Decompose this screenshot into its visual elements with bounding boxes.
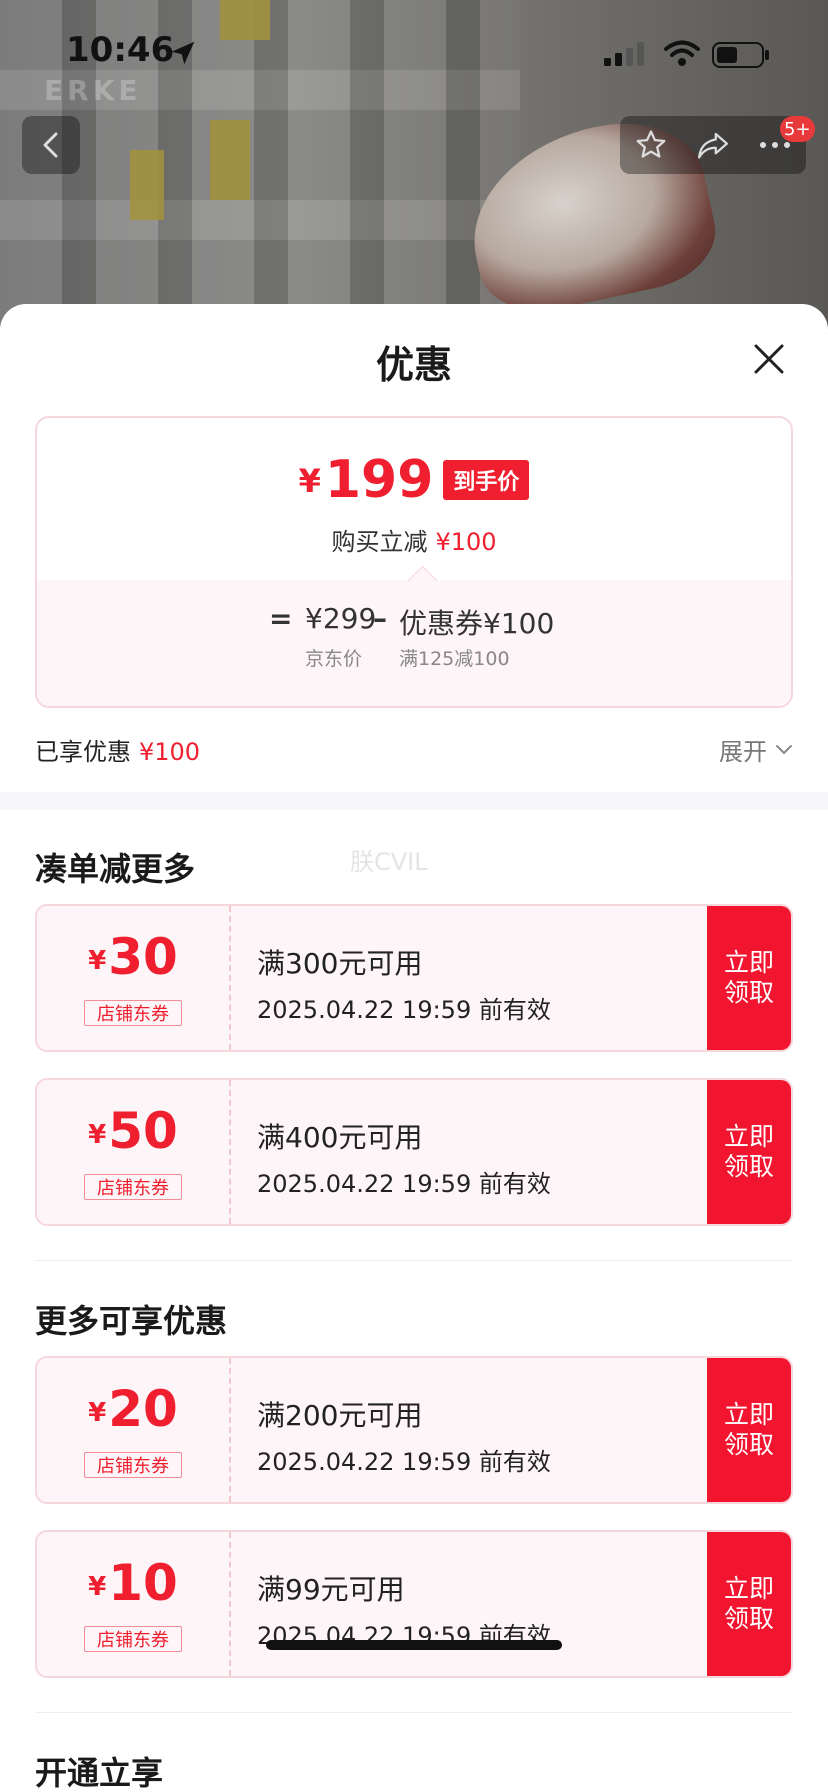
claim-coupon-button[interactable]: 立即领取	[707, 1358, 791, 1502]
star-icon[interactable]	[634, 128, 668, 162]
coupon-card: ¥10 店铺东券 满99元可用 2025.04.22 19:59 前有效 立即领…	[35, 1530, 793, 1678]
coupon-card: ¥20 店铺东券 满200元可用 2025.04.22 19:59 前有效 立即…	[35, 1356, 793, 1504]
coupon-value-area: ¥20 店铺东券	[37, 1358, 231, 1502]
claim-coupon-button[interactable]: 立即领取	[707, 1080, 791, 1224]
coupon-card: ¥30 店铺东券 满300元可用 2025.04.22 19:59 前有效 立即…	[35, 904, 793, 1052]
price-subtitle-label: 购买立减	[331, 528, 428, 556]
coupon-type-badge: 店铺东券	[84, 1174, 182, 1200]
signal-icon	[604, 42, 644, 66]
breakdown-coupon-rule: 满125减100	[399, 648, 510, 670]
status-time: 10:46	[66, 30, 175, 70]
watermark: 朕CVIL	[350, 848, 428, 876]
hero-window	[130, 150, 164, 220]
wifi-icon	[664, 40, 700, 66]
back-chevron-icon	[43, 132, 58, 158]
hero-window	[210, 120, 250, 200]
location-arrow-icon	[171, 41, 195, 65]
close-icon[interactable]	[750, 340, 788, 378]
claim-coupon-button[interactable]: 立即领取	[707, 906, 791, 1050]
section-title-membership: 开通立享	[35, 1754, 164, 1792]
price-currency: ¥	[298, 462, 321, 500]
claim-coupon-button[interactable]: 立即领取	[707, 1532, 791, 1676]
section-separator	[35, 1712, 793, 1713]
section-divider	[0, 792, 828, 810]
coupon-condition: 满99元可用	[257, 1573, 405, 1606]
sheet-title: 优惠	[375, 343, 452, 387]
chevron-down-icon	[776, 744, 792, 754]
price-amount: 199	[324, 450, 434, 510]
coupon-amount: ¥30	[37, 932, 229, 982]
coupon-value: 10	[108, 1554, 178, 1612]
price-tag: 到手价	[443, 460, 530, 500]
coupon-value: 20	[108, 1380, 178, 1438]
breakdown-jd-price-label: 京东价	[305, 648, 363, 670]
coupon-type-badge: 店铺东券	[84, 1000, 182, 1026]
share-icon[interactable]	[695, 128, 731, 162]
coupon-type-badge: 店铺东券	[84, 1452, 182, 1478]
coupon-amount: ¥50	[37, 1106, 229, 1156]
coupon-condition: 满400元可用	[257, 1121, 423, 1154]
coupon-validity: 2025.04.22 19:59 前有效	[257, 1170, 551, 1198]
nav-action-group	[620, 116, 806, 174]
breakdown-minus: –	[373, 602, 387, 635]
coupon-value-area: ¥50 店铺东券	[37, 1080, 231, 1224]
coupon-validity: 2025.04.22 19:59 前有效	[257, 996, 551, 1024]
coupon-condition: 满200元可用	[257, 1399, 423, 1432]
coupon-currency: ¥	[88, 1398, 107, 1428]
coupon-type-badge: 店铺东券	[84, 1626, 182, 1652]
coupon-currency: ¥	[88, 1572, 107, 1602]
coupon-validity: 2025.04.22 19:59 前有效	[257, 1448, 551, 1476]
final-price: ¥ 199 到手价	[37, 454, 791, 506]
back-button[interactable]	[22, 116, 80, 174]
enjoyed-discount: 已享优惠 ¥100	[35, 732, 200, 767]
coupon-value: 50	[108, 1102, 178, 1160]
coupon-amount: ¥20	[37, 1384, 229, 1434]
discount-sheet: 优惠 ¥ 199 到手价 购买立减 ¥100 = ¥299 – 优惠券¥100 京…	[0, 304, 828, 1792]
section-title-more-savings: 凑单减更多	[35, 850, 196, 888]
price-subtitle: 购买立减 ¥100	[37, 522, 791, 557]
message-count-badge: 5+	[780, 116, 815, 142]
price-subtitle-value: ¥100	[435, 528, 497, 556]
home-indicator	[266, 1640, 562, 1650]
status-bar: 10:46	[0, 0, 828, 100]
final-price-card: ¥ 199 到手价 购买立减 ¥100 = ¥299 – 优惠券¥100 京东价 …	[35, 416, 793, 708]
coupon-value-area: ¥10 店铺东券	[37, 1532, 231, 1676]
breakdown-coupon-value: 优惠券¥100	[399, 607, 555, 640]
breakdown-jd-price: ¥299	[305, 602, 377, 635]
enjoyed-label: 已享优惠	[35, 738, 131, 766]
more-icon[interactable]	[758, 140, 792, 150]
battery-icon	[712, 42, 769, 68]
coupon-card: ¥50 店铺东券 满400元可用 2025.04.22 19:59 前有效 立即…	[35, 1078, 793, 1226]
expand-button[interactable]: 展开	[719, 732, 793, 767]
price-breakdown: = ¥299 – 优惠券¥100 京东价 满125减100	[37, 580, 791, 706]
breakdown-equals: =	[269, 602, 293, 635]
coupon-value: 30	[108, 928, 178, 986]
section-title-more-offers: 更多可享优惠	[35, 1302, 228, 1340]
coupon-amount: ¥10	[37, 1558, 229, 1608]
coupon-condition: 满300元可用	[257, 947, 423, 980]
expand-label: 展开	[719, 738, 767, 766]
section-separator	[35, 1260, 793, 1261]
coupon-currency: ¥	[88, 946, 107, 976]
coupon-value-area: ¥30 店铺东券	[37, 906, 231, 1050]
coupon-currency: ¥	[88, 1120, 107, 1150]
enjoyed-value: ¥100	[139, 738, 201, 766]
